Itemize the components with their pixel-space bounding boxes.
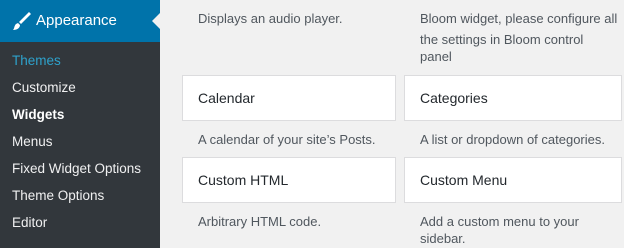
current-menu-arrow — [152, 13, 160, 29]
admin-sidebar: Appearance Themes Customize Widgets Menu… — [0, 0, 160, 248]
appearance-menu-title: Appearance — [36, 12, 117, 29]
sidebar-item-themes[interactable]: Themes — [12, 52, 61, 70]
appearance-submenu: Themes Customize Widgets Menus Fixed Wid… — [0, 42, 160, 248]
sidebar-item-theme-options[interactable]: Theme Options — [12, 187, 104, 205]
sidebar-item-widgets[interactable]: Widgets — [12, 106, 64, 124]
sidebar-item-menus[interactable]: Menus — [12, 133, 53, 151]
widget-title: Categories — [420, 90, 488, 106]
audio-widget-description: Displays an audio player. — [198, 11, 343, 26]
widget-custom-html[interactable]: Custom HTML — [182, 157, 396, 203]
bloom-widget-description-line1: Bloom widget, please configure all — [420, 11, 618, 26]
widget-custom-menu[interactable]: Custom Menu — [404, 157, 622, 203]
calendar-widget-description: A calendar of your site’s Posts. — [198, 132, 376, 147]
widget-title: Custom Menu — [420, 172, 508, 188]
widget-title: Custom HTML — [198, 172, 289, 188]
widget-categories[interactable]: Categories — [404, 75, 622, 121]
bloom-widget-description-line3: panel — [420, 49, 452, 64]
custom-html-widget-description: Arbitrary HTML code. — [198, 214, 322, 229]
sidebar-item-editor[interactable]: Editor — [12, 214, 47, 232]
sidebar-item-customize[interactable]: Customize — [12, 79, 76, 97]
widget-calendar[interactable]: Calendar — [182, 75, 396, 121]
widget-title: Calendar — [198, 90, 255, 106]
custom-menu-widget-description-line2: sidebar. — [420, 231, 466, 246]
paintbrush-icon — [13, 12, 31, 30]
categories-widget-description: A list or dropdown of categories. — [420, 132, 605, 147]
sidebar-item-fixed-widget-options[interactable]: Fixed Widget Options — [12, 160, 141, 178]
appearance-menu-header[interactable]: Appearance — [0, 0, 160, 42]
